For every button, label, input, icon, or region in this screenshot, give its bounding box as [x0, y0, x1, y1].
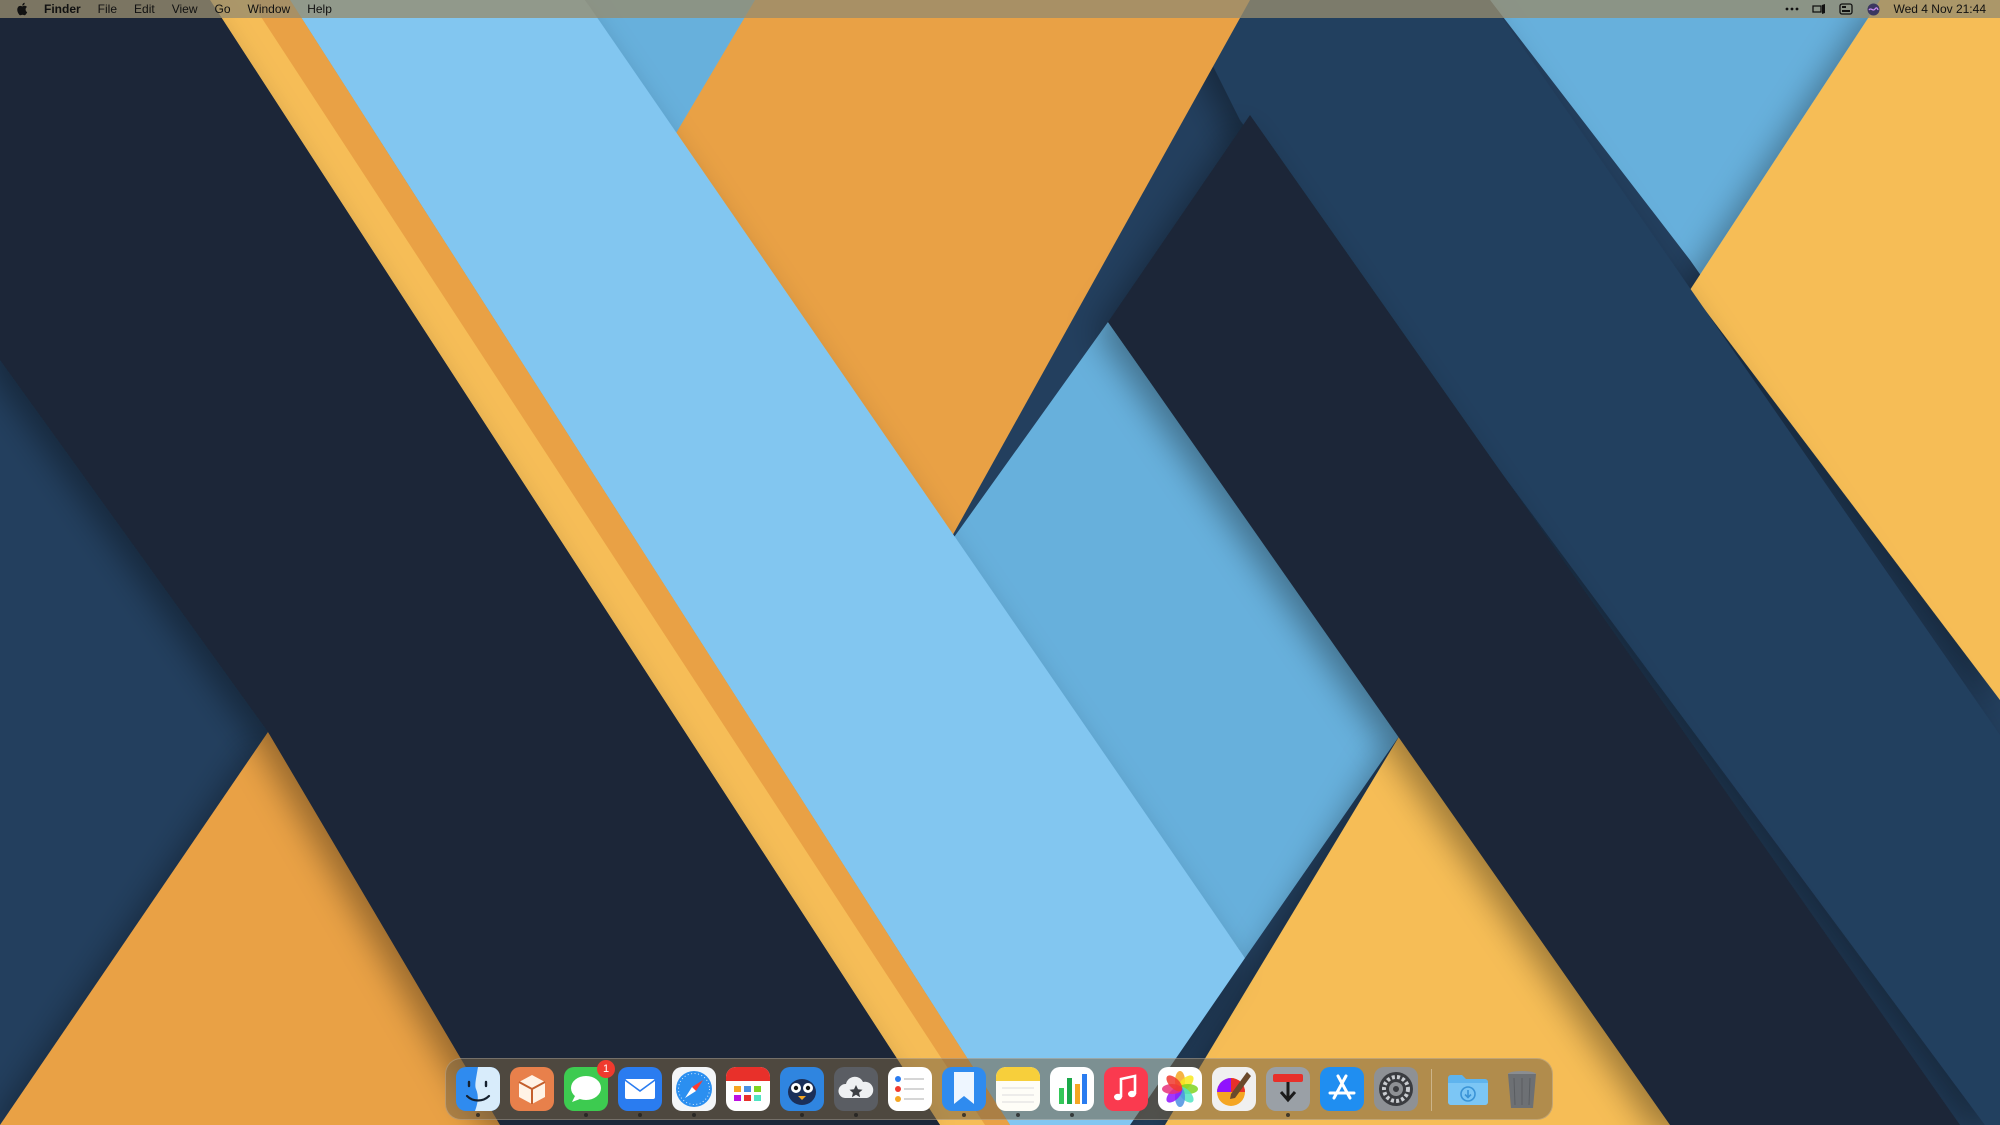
music-icon — [1104, 1067, 1148, 1111]
dock-cloud-app[interactable] — [833, 1066, 879, 1117]
dock-notes[interactable] — [995, 1066, 1041, 1117]
dock-mail[interactable] — [617, 1066, 663, 1117]
dock-photos[interactable] — [1157, 1066, 1203, 1112]
dock-music[interactable] — [1103, 1066, 1149, 1112]
menu-bar: Finder File Edit View Go Window Help Wed… — [0, 0, 2000, 18]
dock-messages[interactable]: 1 — [563, 1060, 615, 1117]
dock-downloader[interactable] — [1265, 1066, 1311, 1117]
app-menu-finder[interactable]: Finder — [44, 0, 81, 18]
messages-badge: 1 — [597, 1060, 615, 1078]
photos-icon — [1158, 1067, 1202, 1111]
package-icon — [510, 1067, 554, 1111]
download-icon — [1266, 1067, 1310, 1111]
safari-icon — [672, 1067, 716, 1111]
running-indicator — [854, 1113, 858, 1117]
downloads-folder-icon — [1448, 1075, 1488, 1105]
mail-icon — [618, 1067, 662, 1111]
menu-help[interactable]: Help — [307, 0, 332, 18]
menu-view[interactable]: View — [172, 0, 198, 18]
paint-icon — [1212, 1067, 1256, 1111]
calendar-icon — [726, 1067, 770, 1111]
control-center-icon[interactable] — [1838, 2, 1854, 16]
dock-numbers[interactable] — [1049, 1066, 1095, 1117]
dock-tweetbot[interactable] — [779, 1066, 825, 1117]
menu-file[interactable]: File — [98, 0, 117, 18]
dock-safari[interactable] — [671, 1066, 717, 1117]
running-indicator — [476, 1113, 480, 1117]
desktop[interactable]: Finder File Edit View Go Window Help Wed… — [0, 0, 2000, 1125]
running-indicator — [1070, 1113, 1074, 1117]
dock-downloads-folder[interactable] — [1445, 1066, 1491, 1112]
running-indicator — [692, 1113, 696, 1117]
finder-icon — [456, 1067, 500, 1111]
dock-finder[interactable] — [455, 1066, 501, 1117]
dock-bookmarks[interactable] — [941, 1066, 987, 1117]
dropzone-icon[interactable] — [1811, 2, 1827, 16]
running-indicator — [962, 1113, 966, 1117]
notes-icon — [996, 1067, 1040, 1111]
running-indicator — [1016, 1113, 1020, 1117]
menu-edit[interactable]: Edit — [134, 0, 155, 18]
menu-clock[interactable]: Wed 4 Nov 21:44 — [1893, 2, 1986, 16]
running-indicator — [800, 1113, 804, 1117]
more-icon[interactable] — [1784, 2, 1800, 16]
dock-pixelmator[interactable] — [1211, 1066, 1257, 1112]
dock-reminders[interactable] — [887, 1066, 933, 1112]
running-indicator — [638, 1113, 642, 1117]
gear-icon — [1374, 1067, 1418, 1111]
cloud-star-icon — [834, 1067, 878, 1111]
bird-icon — [780, 1067, 824, 1111]
dock-trash[interactable] — [1499, 1066, 1545, 1112]
dock: 1 — [445, 1058, 1553, 1120]
trash-icon — [1508, 1071, 1536, 1108]
bar-chart-icon — [1050, 1067, 1094, 1111]
desktop-wallpaper — [0, 0, 2000, 1125]
dock-system-preferences[interactable] — [1373, 1066, 1419, 1112]
menu-window[interactable]: Window — [248, 0, 291, 18]
dock-app-store[interactable] — [1319, 1066, 1365, 1112]
dock-package-app[interactable] — [509, 1066, 555, 1112]
reminders-icon — [888, 1067, 932, 1111]
status-area: Wed 4 Nov 21:44 — [1773, 0, 1986, 18]
dock-separator — [1431, 1069, 1432, 1111]
apple-menu-icon[interactable] — [14, 1, 30, 17]
siri-icon[interactable] — [1865, 2, 1881, 16]
app-store-icon — [1320, 1067, 1364, 1111]
dock-calendar-app[interactable] — [725, 1066, 771, 1112]
menu-go[interactable]: Go — [215, 0, 231, 18]
bookmark-icon — [942, 1067, 986, 1111]
running-indicator — [584, 1113, 588, 1117]
running-indicator — [1286, 1113, 1290, 1117]
